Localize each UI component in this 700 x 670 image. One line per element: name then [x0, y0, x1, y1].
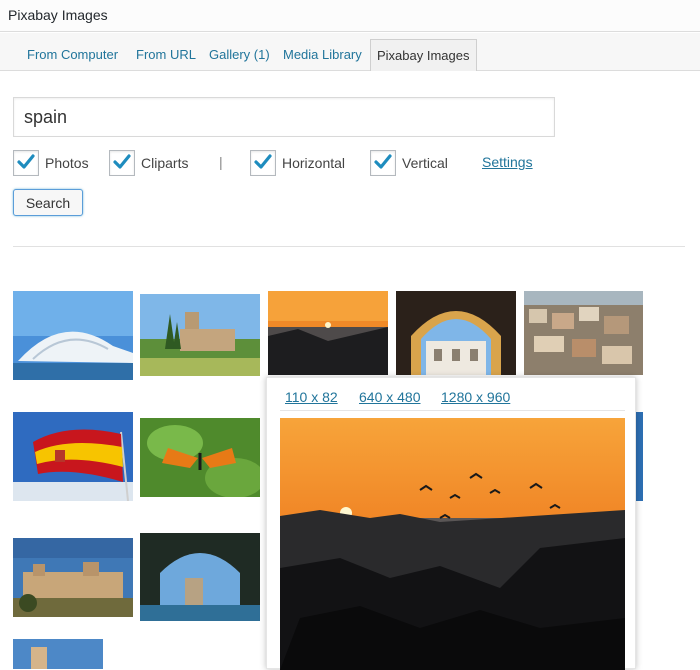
tab-pixabay-images[interactable]: Pixabay Images [370, 39, 477, 71]
checkmark-icon [17, 154, 35, 169]
preview-image[interactable] [280, 418, 625, 670]
window-title: Pixabay Images [8, 7, 108, 23]
size-option-large[interactable]: 1280 x 960 [441, 389, 510, 405]
horizontal-label: Horizontal [282, 155, 346, 171]
size-option-small[interactable]: 110 x 82 [285, 389, 338, 405]
result-thumbnail-architecture[interactable] [13, 291, 133, 380]
result-thumbnail-butterfly[interactable] [140, 418, 260, 497]
search-button[interactable]: Search [13, 189, 83, 216]
tab-bar: From Computer From URL Gallery (1) Media… [0, 33, 700, 71]
photos-checkbox[interactable]: Photos [13, 150, 89, 176]
tab-media-library[interactable]: Media Library [283, 47, 362, 62]
checkmark-icon [113, 154, 131, 169]
result-thumbnail-stone-tower[interactable] [140, 533, 260, 621]
photos-label: Photos [45, 155, 89, 171]
result-thumbnail-walled-village[interactable] [13, 538, 133, 617]
cliparts-label: Cliparts [141, 155, 189, 171]
vertical-label: Vertical [402, 155, 448, 171]
filter-separator: | [219, 154, 223, 170]
checkmark-icon [254, 154, 272, 169]
tab-from-url[interactable]: From URL [136, 47, 196, 62]
result-thumbnail-castle[interactable] [140, 294, 260, 376]
window-titlebar: Pixabay Images [0, 0, 700, 32]
checkmark-icon [374, 154, 392, 169]
horizontal-checkbox[interactable]: Horizontal [250, 150, 345, 176]
popup-divider [280, 410, 625, 411]
checkbox-box[interactable] [370, 150, 396, 176]
vertical-checkbox[interactable]: Vertical [370, 150, 448, 176]
result-thumbnail-sunset-coast[interactable] [268, 291, 388, 375]
image-preview-popup: 110 x 82 640 x 480 1280 x 960 [266, 377, 636, 670]
settings-link[interactable]: Settings [482, 154, 533, 170]
result-thumbnail-partial[interactable] [635, 412, 643, 501]
tab-gallery[interactable]: Gallery (1) [209, 47, 270, 62]
checkbox-box[interactable] [109, 150, 135, 176]
result-thumbnail-town[interactable] [524, 291, 643, 375]
size-option-medium[interactable]: 640 x 480 [359, 389, 421, 405]
tab-from-computer[interactable]: From Computer [27, 47, 118, 62]
divider [13, 246, 685, 247]
result-thumbnail-partial-bottom[interactable] [13, 639, 103, 669]
checkbox-box[interactable] [250, 150, 276, 176]
cliparts-checkbox[interactable]: Cliparts [109, 150, 188, 176]
result-thumbnail-moorish-arch[interactable] [396, 291, 516, 375]
search-input[interactable] [13, 97, 555, 137]
result-thumbnail-spain-flag[interactable] [13, 412, 133, 501]
checkbox-box[interactable] [13, 150, 39, 176]
